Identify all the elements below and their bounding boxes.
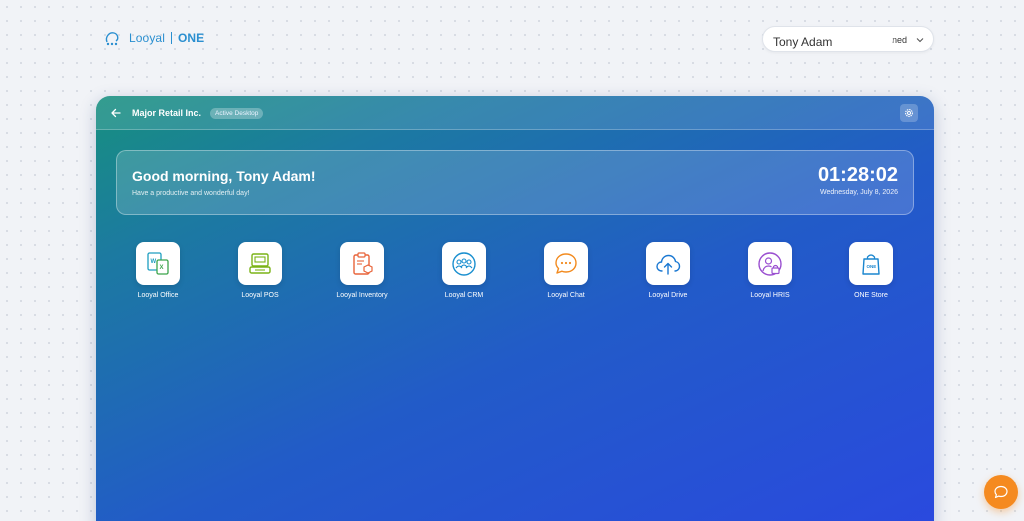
app-tile <box>442 242 486 285</box>
active-desktop-window: Major Retail Inc. Active Desktop Good mo… <box>96 96 934 521</box>
greeting-card: Good morning, Tony Adam! Have a producti… <box>116 150 914 215</box>
crm-people-icon <box>452 251 476 276</box>
status-badge: Active Desktop <box>210 108 264 119</box>
app-label: ONE Store <box>854 292 888 299</box>
inventory-clipboard-icon <box>353 251 373 275</box>
app-tile <box>340 242 384 285</box>
back-arrow-icon[interactable] <box>110 107 122 119</box>
office-docs-icon: W X <box>147 251 169 275</box>
app-label: Looyal Inventory <box>336 292 388 299</box>
chat-bubble-icon <box>555 252 577 274</box>
store-bag-icon: ONE <box>862 253 880 275</box>
desktop-header: Major Retail Inc. Active Desktop <box>96 96 934 130</box>
brand-logo[interactable]: Looyal ONE <box>104 29 204 47</box>
svg-text:ONE: ONE <box>867 264 877 269</box>
company-name: Major Retail Inc. <box>132 108 202 118</box>
user-name: Tony Adam <box>773 35 833 49</box>
app-one-store[interactable]: ONE ONE Store <box>826 242 916 299</box>
app-label: Looyal Chat <box>547 292 585 299</box>
app-label: Looyal CRM <box>444 292 484 299</box>
user-status-dropdown[interactable]: ned Tony Adam <box>762 26 934 52</box>
app-looyal-inventory[interactable]: Looyal Inventory <box>317 242 407 299</box>
app-tile: W X <box>136 242 180 285</box>
app-tile <box>748 242 792 285</box>
app-tile <box>544 242 588 285</box>
user-status-text: ned <box>892 35 908 45</box>
svg-text:X: X <box>160 265 164 271</box>
logo-name: Looyal <box>129 31 165 45</box>
hris-user-lock-icon <box>758 251 782 276</box>
clock-time: 01:28:02 <box>817 164 898 186</box>
chevron-down-icon <box>916 38 924 43</box>
greeting-title: Good morning, Tony Adam! <box>132 168 316 184</box>
greeting-subtitle: Have a productive and wonderful day! <box>132 190 250 197</box>
app-tile <box>646 242 690 285</box>
app-looyal-crm[interactable]: Looyal CRM <box>419 242 509 299</box>
app-label: Looyal HRIS <box>750 292 790 299</box>
cloud-upload-icon <box>656 254 681 275</box>
app-looyal-pos[interactable]: Looyal POS <box>215 242 305 299</box>
app-looyal-drive[interactable]: Looyal Drive <box>623 242 713 299</box>
app-tile: ONE <box>849 242 893 285</box>
logo-divider <box>170 32 172 44</box>
user-name-field: Tony Adam <box>765 29 893 51</box>
clock-date: Wednesday, July 8, 2026 <box>820 189 898 196</box>
app-tile <box>238 242 282 285</box>
gear-icon <box>905 109 913 117</box>
top-bar: Looyal ONE ned Tony Adam <box>0 0 1024 80</box>
app-looyal-hris[interactable]: Looyal HRIS <box>725 242 815 299</box>
svg-text:W: W <box>151 259 157 265</box>
chat-support-button[interactable] <box>984 475 1018 509</box>
app-label: Looyal POS <box>241 292 279 299</box>
pos-terminal-icon <box>249 252 271 274</box>
looyal-logo-icon <box>105 32 119 46</box>
chat-bubble-icon <box>994 485 1008 499</box>
logo-suffix: ONE <box>177 31 205 45</box>
settings-button[interactable] <box>900 104 918 122</box>
app-label: Looyal Drive <box>648 292 688 299</box>
app-looyal-chat[interactable]: Looyal Chat <box>521 242 611 299</box>
app-label: Looyal Office <box>137 292 179 299</box>
app-looyal-office[interactable]: W X Looyal Office <box>113 242 203 299</box>
